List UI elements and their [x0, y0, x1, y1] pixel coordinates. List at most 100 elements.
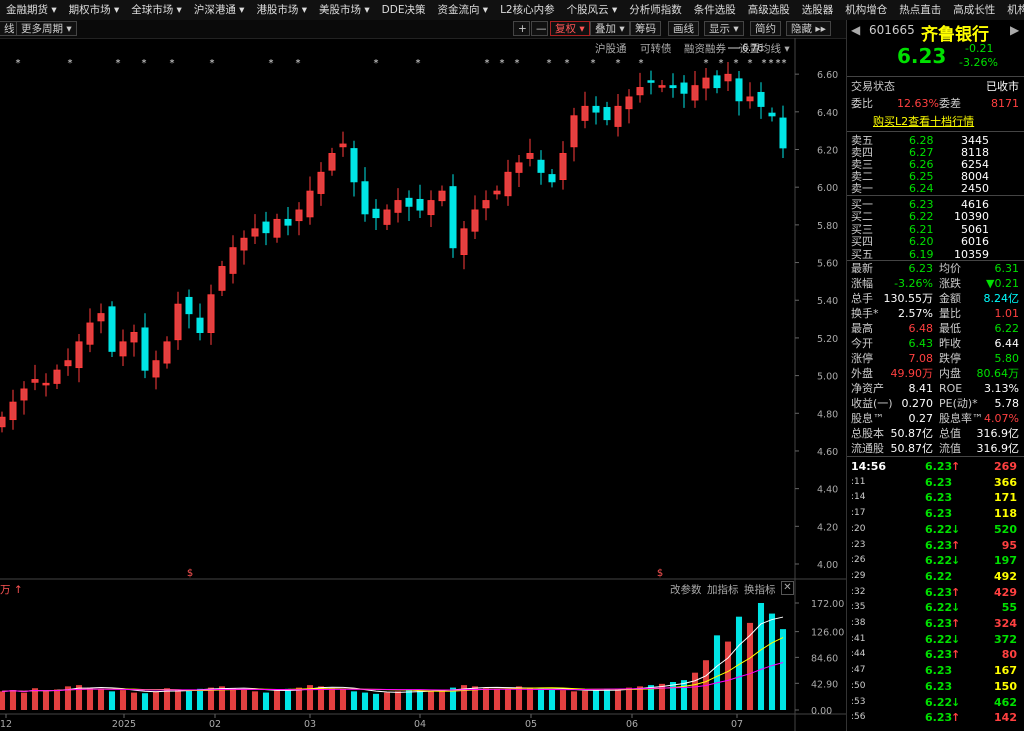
menu-item[interactable]: DDE决策: [376, 0, 432, 20]
menu-item[interactable]: 选股器: [796, 0, 840, 20]
menu-item[interactable]: 高成长性: [947, 0, 1001, 20]
candle-body: [394, 200, 402, 213]
menu-item[interactable]: 机构: [1001, 0, 1024, 20]
candle-body: [284, 218, 292, 226]
price-tick-label: 4.20: [817, 522, 838, 533]
volume-bar: [174, 689, 182, 710]
chips-button[interactable]: 筹码: [630, 21, 661, 36]
overlay-dropdown[interactable]: 叠加 ▾: [590, 21, 630, 36]
menu-item[interactable]: 高级选股: [742, 0, 796, 20]
menu-item[interactable]: L2核心内参: [494, 0, 561, 20]
weibi-row: 委比 12.63% 委差 8171: [851, 97, 1019, 110]
menu-item[interactable]: 个股风云 ▾: [561, 0, 624, 20]
event-star-marker: *: [500, 58, 505, 69]
volume-bar: [416, 690, 424, 710]
volume-bar: [130, 692, 138, 710]
candle-body: [361, 181, 369, 215]
l2-upgrade-link[interactable]: 购买L2查看十档行情: [847, 114, 1024, 129]
event-star-marker: *: [210, 58, 215, 69]
stat-row: 最高 6.48 最低 6.22: [851, 322, 1019, 335]
volume-bar: [0, 691, 6, 710]
price-tick-label: 6.40: [817, 108, 838, 119]
volume-bar: [636, 686, 644, 710]
tick-row: :11 6.23 366: [851, 475, 1017, 489]
menu-item[interactable]: 港股市场 ▾: [250, 0, 313, 20]
volume-bar: [713, 635, 721, 710]
vol-tick-label: 84.60: [811, 653, 838, 664]
stat-row: 最新 6.23 均价 6.31: [851, 262, 1019, 275]
event-star-marker: *: [776, 58, 781, 69]
kline-chart-area[interactable]: 沪股通 可转债 融资融券 设置均线 ▾ 6.60 6.40 6.20 6.00 5.80…: [0, 38, 846, 731]
menu-item[interactable]: 全球市场 ▾: [125, 0, 188, 20]
event-star-marker: *: [170, 58, 175, 69]
candle-body: [592, 105, 600, 113]
menu-item[interactable]: 热点直击: [893, 0, 947, 20]
quote-panel: ◀ 601665 齐鲁银行 ▶ 6.23 -0.21 -3.26% 交易状态 已…: [846, 20, 1024, 731]
x-axis-label: 02: [209, 719, 221, 730]
divider: [847, 76, 1024, 77]
vol-ma10-line: [1, 637, 784, 692]
prev-stock-arrow-icon[interactable]: ◀: [851, 23, 860, 37]
menu-item[interactable]: 条件选股: [688, 0, 742, 20]
menu-item[interactable]: 沪深港通 ▾: [188, 0, 251, 20]
candle-body: [0, 416, 6, 428]
period-dropdown[interactable]: 更多周期 ▾: [16, 21, 77, 36]
candle-body: [9, 401, 17, 421]
candle-body: [350, 148, 358, 183]
candle-body: [42, 382, 50, 386]
menu-item[interactable]: 分析师指数: [623, 0, 688, 20]
next-stock-arrow-icon[interactable]: ▶: [1010, 23, 1019, 37]
price-tick-label: 4.60: [817, 447, 838, 458]
event-star-marker: *: [547, 58, 552, 69]
draw-line-button[interactable]: 画线: [668, 21, 699, 36]
candle-body: [251, 228, 259, 237]
volume-bar: [592, 690, 600, 710]
zoom-in-button[interactable]: +: [513, 21, 530, 36]
close-indicator-button[interactable]: ✕: [781, 581, 794, 595]
menu-item[interactable]: 期权市场 ▾: [63, 0, 126, 20]
tick-row: :50 6.23 150: [851, 679, 1017, 693]
candle-body: [31, 379, 39, 383]
candle-body: [526, 153, 534, 159]
add-indicator-button[interactable]: 加指标: [707, 582, 739, 597]
volume-bar: [339, 689, 347, 710]
volume-bar: [108, 691, 116, 710]
volume-bar: [20, 692, 28, 710]
divider: [847, 456, 1024, 457]
last-price: 6.23: [897, 44, 947, 68]
candle-body: [295, 209, 303, 222]
simple-mode-button[interactable]: 简约: [750, 21, 781, 36]
zoom-out-button[interactable]: —: [531, 21, 548, 36]
candle-body: [746, 96, 754, 102]
price-tick-label: 6.60: [817, 70, 838, 81]
volume-bar: [251, 691, 259, 710]
swap-indicator-button[interactable]: 换指标: [744, 582, 776, 597]
tick-row: :14 6.23 171: [851, 491, 1017, 505]
price-change-pct: -3.26%: [959, 56, 998, 69]
menu-item[interactable]: 美股市场 ▾: [313, 0, 376, 20]
volume-bar: [438, 690, 446, 710]
chart-toolbar: 线 更多周期 ▾ + — 复权 ▾ 叠加 ▾ 筹码 画线 显示 ▾ 简约 隐藏 …: [0, 20, 846, 39]
hide-panel-button[interactable]: 隐藏 ▸▸: [786, 21, 831, 36]
change-params-button[interactable]: 改参数: [670, 582, 702, 597]
volume-unit-label: 万 ↑: [0, 584, 23, 596]
tick-row: :23 6.23 ↑ 95: [851, 538, 1017, 552]
candle-body: [669, 85, 677, 89]
volume-bar: [141, 693, 149, 710]
price-tick-label: 5.40: [817, 296, 838, 307]
volume-bar: [779, 629, 787, 710]
event-star-marker: *: [639, 58, 644, 69]
menu-item[interactable]: 资金流向 ▾: [431, 0, 494, 20]
fuquan-dropdown[interactable]: 复权 ▾: [550, 21, 590, 36]
menu-item[interactable]: 机构增仓: [839, 0, 893, 20]
x-axis-label: 07: [731, 719, 743, 730]
display-dropdown[interactable]: 显示 ▾: [704, 21, 744, 36]
volume-bar: [262, 692, 270, 710]
candle-body: [119, 341, 127, 357]
stat-row: 外盘 49.90万 内盘 80.64万: [851, 367, 1019, 380]
menu-item[interactable]: 金融期货 ▾: [0, 0, 63, 20]
volume-bar: [757, 603, 765, 710]
candle-body: [493, 190, 501, 195]
tick-row: :41 6.22 ↓ 372: [851, 632, 1017, 646]
stat-row: 涨停 7.08 跌停 5.80: [851, 352, 1019, 365]
